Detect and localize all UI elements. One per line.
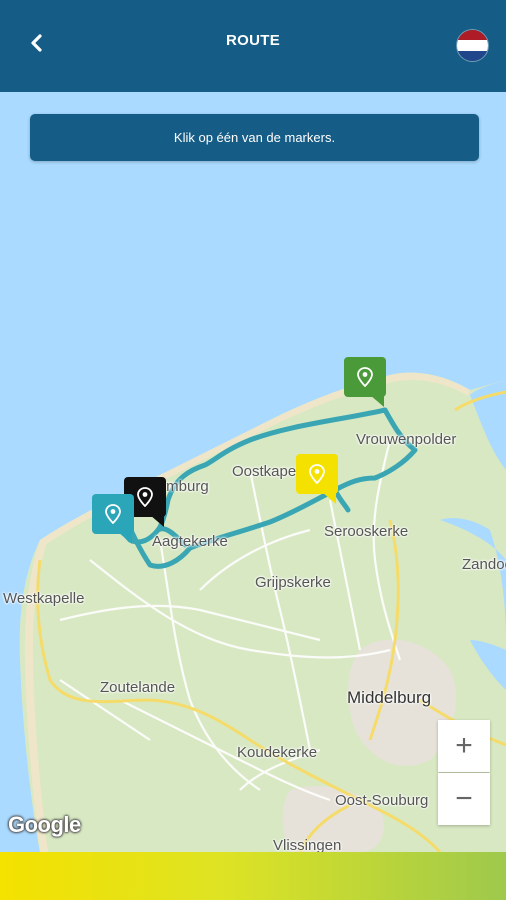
place-label: Oost-Souburg: [335, 792, 429, 809]
location-pin-icon: [137, 487, 153, 507]
place-label: Zoutelande: [100, 679, 176, 696]
place-label: Middelburg: [347, 688, 432, 707]
location-pin-icon: [105, 504, 121, 524]
map-view[interactable]: Vrouwenpolder Oostkapelle Domburg Seroos…: [0, 92, 506, 852]
footer-bar: [0, 852, 506, 900]
instruction-banner: Klik op één van de markers.: [30, 114, 479, 161]
place-label: Aagtekerke: [152, 533, 228, 550]
route-marker-green[interactable]: [344, 357, 386, 407]
place-label: Zandoo: [462, 556, 506, 573]
location-pin-icon: [357, 367, 373, 387]
place-label: Grijpskerke: [255, 574, 331, 591]
place-label: Serooskerke: [324, 523, 409, 540]
place-label: Westkapelle: [3, 590, 85, 607]
place-label: Koudekerke: [237, 744, 318, 761]
route-marker-teal[interactable]: [92, 494, 134, 544]
zoom-out-button[interactable]: −: [438, 773, 490, 825]
location-pin-icon: [309, 464, 325, 484]
netherlands-flag-icon[interactable]: [457, 30, 488, 61]
route-marker-yellow[interactable]: [296, 454, 338, 504]
google-logo[interactable]: Google: [8, 812, 81, 838]
app-header: ROUTE: [0, 0, 506, 92]
place-label: Vlissingen: [273, 837, 342, 852]
place-label: Vrouwenpolder: [356, 431, 457, 448]
zoom-in-button[interactable]: +: [438, 720, 490, 772]
page-title: ROUTE: [226, 32, 280, 49]
